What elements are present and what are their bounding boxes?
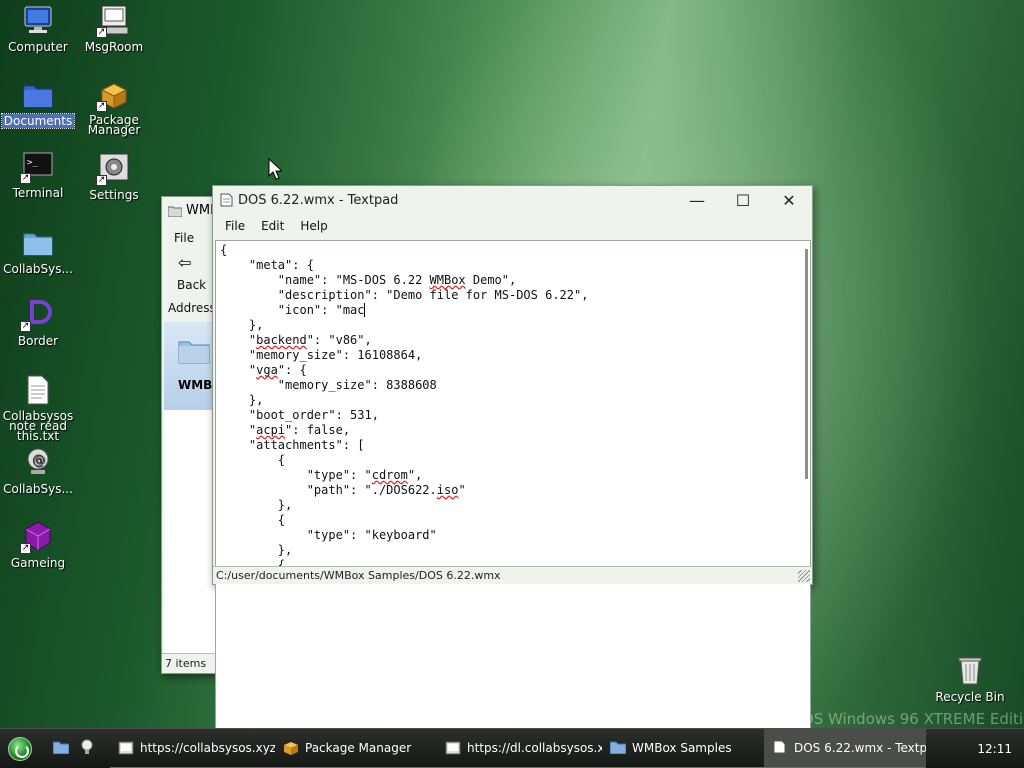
menu-edit[interactable]: Edit <box>253 219 292 233</box>
desktop-icon-gameing[interactable]: ↗ Gameing <box>0 520 76 570</box>
text-file-icon <box>22 374 54 406</box>
back-arrow-icon[interactable]: ⇦ <box>178 253 191 272</box>
desktop-icon-documents[interactable]: Documents <box>0 78 76 129</box>
folder-icon <box>22 226 54 258</box>
taskbar-clock[interactable]: 12:11 <box>977 742 1012 756</box>
task-package-manager[interactable]: Package Manager <box>275 729 437 768</box>
desktop-icon-border[interactable]: ↗ Border <box>0 298 76 348</box>
maximize-icon: ☐ <box>735 190 751 210</box>
folder-icon <box>52 740 70 757</box>
desktop-icon-package-manager[interactable]: ↗ Package Manager <box>76 78 152 136</box>
shortcut-arrow-icon: ↗ <box>20 321 31 332</box>
desktop-icon-label: CollabSys... <box>3 482 73 496</box>
settings-icon: ↗ <box>96 152 130 186</box>
desktop-icon-settings[interactable]: ↗ Settings <box>76 152 152 202</box>
collabsys-icon: @ <box>22 446 54 478</box>
computer-icon <box>22 4 54 36</box>
folder-icon <box>22 78 54 110</box>
desktop-icon-label: Documents <box>0 113 76 129</box>
task-wmbox-samples[interactable]: WMBox Samples <box>602 729 764 768</box>
desktop-icon-recycle-bin[interactable]: Recycle Bin <box>930 654 1010 704</box>
package-icon <box>283 740 299 756</box>
editor-scrollbar[interactable] <box>805 249 808 479</box>
desktop-icon-label: CollabSys... <box>3 262 73 276</box>
cube-icon: ↗ <box>20 520 54 554</box>
quicklaunch-bulb[interactable] <box>76 738 98 760</box>
msgroom-icon: ↗ <box>96 4 130 38</box>
folder-icon <box>178 338 210 367</box>
notepad-icon <box>219 193 233 207</box>
task-label: Package Manager <box>305 740 412 755</box>
border-icon: ↗ <box>20 298 54 332</box>
editor-content: { "meta": { "name": "MS-DOS 6.22 WMBox D… <box>220 243 589 572</box>
desktop-icon-label: MsgRoom <box>84 40 144 54</box>
close-button[interactable]: ✕ <box>766 186 812 214</box>
textpad-statusbar: C:/user/documents/WMBox Samples/DOS 6.22… <box>213 566 812 584</box>
shortcut-arrow-icon: ↗ <box>20 543 31 554</box>
mouse-cursor-icon <box>268 157 284 183</box>
browser-icon <box>118 740 134 756</box>
start-button[interactable] <box>8 736 32 761</box>
shortcut-arrow-icon: ↗ <box>96 27 107 38</box>
taskbar: https://collabsysos.xyz/ ... Package Man… <box>0 728 1024 768</box>
shortcut-arrow-icon: ↗ <box>96 175 107 186</box>
shortcut-arrow-icon: ↗ <box>96 101 107 112</box>
text-editor[interactable]: { "meta": { "name": "MS-DOS 6.22 WMBox D… <box>215 240 811 748</box>
explorer-back-button[interactable]: Back <box>177 278 206 292</box>
explorer-menu-file[interactable]: File <box>174 231 194 245</box>
desktop-icon-label: Gameing <box>10 556 66 570</box>
textpad-window[interactable]: DOS 6.22.wmx - Textpad — ☐ ✕ File Edit H… <box>212 185 813 748</box>
textpad-titlebar[interactable]: DOS 6.22.wmx - Textpad — ☐ ✕ <box>213 186 812 214</box>
task-textpad[interactable]: DOS 6.22.wmx - Textpad <box>764 728 926 768</box>
resize-grip-icon[interactable] <box>798 570 810 582</box>
desktop-icon-label: Package Manager <box>87 113 141 137</box>
notepad-icon <box>772 740 788 756</box>
task-label: DOS 6.22.wmx - Textpad <box>794 740 926 755</box>
desktop-icon-label: Recycle Bin <box>935 690 1005 704</box>
desktop-icon-label: Border <box>17 334 59 348</box>
close-icon: ✕ <box>782 190 796 210</box>
desktop-icon-label: Terminal <box>12 186 64 200</box>
explorer-address-label: Address <box>168 301 216 315</box>
shortcut-arrow-icon: ↗ <box>20 173 31 184</box>
menu-file[interactable]: File <box>217 219 253 233</box>
folder-icon <box>167 205 183 217</box>
text-caret <box>363 303 365 317</box>
desktop-icon-label: Settings <box>89 188 139 202</box>
svg-text:>_: >_ <box>27 158 38 168</box>
explorer-item-count: 7 items <box>165 657 207 670</box>
lightbulb-icon <box>80 739 94 758</box>
explorer-folder-item[interactable]: WMBo <box>164 322 221 410</box>
minimize-button[interactable]: — <box>674 186 720 214</box>
menu-help[interactable]: Help <box>292 219 335 233</box>
browser-icon <box>445 740 461 756</box>
terminal-icon: >_ ↗ <box>20 150 54 184</box>
desktop-icon-terminal[interactable]: >_ ↗ Terminal <box>0 150 76 200</box>
desktop-icon-msgroom[interactable]: ↗ MsgRoom <box>76 4 152 54</box>
desktop-icon-collabsys-2[interactable]: @ CollabSys... <box>0 446 76 496</box>
maximize-button[interactable]: ☐ <box>720 186 766 214</box>
quicklaunch-folder[interactable] <box>50 738 72 760</box>
task-label: WMBox Samples <box>632 740 732 755</box>
minimize-icon: — <box>689 190 705 210</box>
desktop-icon-computer[interactable]: Computer <box>0 4 76 54</box>
folder-icon <box>609 740 627 756</box>
task-browser-dl[interactable]: https://dl.collabsysos.xy... <box>437 729 602 768</box>
desktop-icon-collabsys-1[interactable]: CollabSys... <box>0 226 76 276</box>
recycle-bin-icon <box>954 654 986 686</box>
file-path: C:/user/documents/WMBox Samples/DOS 6.22… <box>216 569 501 582</box>
textpad-menubar: File Edit Help <box>213 214 812 238</box>
task-label: https://collabsysos.xyz/ ... <box>140 740 275 755</box>
desktop-icon-label: Collabsysos note read this.txt <box>2 409 74 443</box>
svg-text:@: @ <box>32 453 45 468</box>
task-browser-collabsysos[interactable]: https://collabsysos.xyz/ ... <box>110 729 275 768</box>
package-icon: ↗ <box>96 78 130 112</box>
desktop-icon-readme[interactable]: Collabsysos note read this.txt <box>0 374 76 442</box>
desktop-icon-label: Computer <box>8 40 68 54</box>
task-label: https://dl.collabsysos.xy... <box>467 740 602 755</box>
textpad-title: DOS 6.22.wmx - Textpad <box>238 192 399 208</box>
